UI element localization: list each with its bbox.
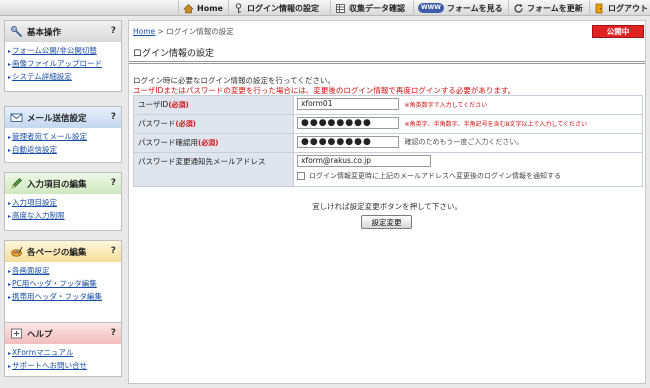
form-row-userid: ユーザID(必須) xform01 ※角英数字で入力してください <box>133 95 643 115</box>
nav-login-settings[interactable]: ログイン情報の設定 <box>228 0 319 16</box>
sidebar-basic-header: 基本操作 ? <box>5 21 121 42</box>
help-icon[interactable]: ? <box>111 246 116 256</box>
breadcrumb-current: ログイン情報の設定 <box>166 27 234 36</box>
sidebar-item-manual[interactable]: XFormマニュアル <box>8 347 121 360</box>
nav-data-check-label: 収集データ確認 <box>349 3 405 13</box>
userid-value-cell: xform01 ※角英数字で入力してください <box>293 95 643 115</box>
sidebar-item-advanced-validation[interactable]: 高度な入力制限 <box>8 210 121 223</box>
sidebar-item-system-settings[interactable]: システム詳細設定 <box>8 71 121 84</box>
main-content: Home > ログイン情報の設定 公開中 ログイン情報の設定 ログイン時に必要な… <box>128 20 646 384</box>
mail-icon <box>10 111 23 124</box>
form-row-password: パスワード(必須) ●●●●●●●● ※角英字、半角数字、半角記号を含む8文字以… <box>133 114 643 134</box>
sidebar-mail-header: メール送信設定 ? <box>5 107 121 128</box>
nav-data-check[interactable]: 収集データ確認 <box>330 0 405 16</box>
database-icon <box>335 3 346 14</box>
plus-box-icon <box>10 327 23 340</box>
www-icon: WWW <box>418 3 444 13</box>
nav-home-label: Home <box>197 3 223 13</box>
required-mark: (必須) <box>175 120 196 128</box>
sidebar-item-auto-reply[interactable]: 自動返信設定 <box>8 144 121 157</box>
notify-email-value-cell: xform@rakus.co.jp ログイン情報変更時に上記のメールアドレスへ変… <box>293 152 643 187</box>
refresh-icon <box>513 3 524 14</box>
nav-update-form-label: フォームを更新 <box>527 3 583 13</box>
notify-checkbox-row: ログイン情報変更時に上記のメールアドレスへ変更後のログイン情報を通知する <box>297 171 639 181</box>
nav-view-form-label: フォームを見る <box>446 3 503 13</box>
nav-logout-label: ログアウト <box>608 3 648 13</box>
sidebar-input-section: 入力項目の編集 ? 入力項目設定 高度な入力制限 <box>4 172 122 231</box>
title-divider <box>129 61 645 64</box>
key-icon <box>233 2 244 14</box>
sidebar-item-screen-settings[interactable]: 各画面設定 <box>8 265 121 278</box>
nav-update-form[interactable]: フォームを更新 <box>508 0 583 16</box>
pencil-icon <box>10 177 23 190</box>
logout-icon <box>594 3 605 14</box>
password-confirm-input[interactable]: ●●●●●●●● <box>297 136 399 148</box>
notify-email-label-cell: パスワード変更通知先メールアドレス <box>133 152 294 187</box>
status-badge: 公開中 <box>592 25 644 38</box>
notify-checkbox[interactable] <box>297 172 305 180</box>
form-row-notify-email: パスワード変更通知先メールアドレス xform@rakus.co.jp ログイン… <box>133 152 643 187</box>
nav-logout[interactable]: ログアウト <box>589 0 648 16</box>
userid-label-cell: ユーザID(必須) <box>133 95 294 115</box>
sidebar-pages-section: 各ページの編集 ? 各画面設定 PC用ヘッダ・フッタ編集 携帯用ヘッダ・フッタ編… <box>4 240 122 327</box>
userid-label: ユーザID <box>138 100 169 109</box>
form-row-password-confirm: パスワード確認用(必須) ●●●●●●●● 確認のためもう一度ご入力ください。 <box>133 133 643 153</box>
password-hint: ※角英字、半角数字、半角記号を含む8文字以上で入力してください <box>404 120 588 128</box>
top-navigation-bar: Home ログイン情報の設定 収集データ確認 WWW フォームを見る フォームを… <box>0 0 650 16</box>
page-title: ログイン情報の設定 <box>133 49 215 59</box>
sidebar-item-input-fields[interactable]: 入力項目設定 <box>8 197 121 210</box>
breadcrumb-home-link[interactable]: Home <box>133 27 155 36</box>
submit-button[interactable]: 設定変更 <box>361 215 412 229</box>
userid-hint: ※角英数字で入力してください <box>404 101 488 109</box>
nav-view-form[interactable]: WWW フォームを見る <box>413 0 503 16</box>
sidebar-help-section: ヘルプ ? XFormマニュアル サポートへお問い合せ <box>4 322 122 377</box>
help-icon[interactable]: ? <box>111 112 116 122</box>
breadcrumb-separator: > <box>155 27 167 36</box>
confirm-text: 宜しければ設定変更ボタンを押して下さい。 <box>312 202 462 211</box>
sidebar-basic-title: 基本操作 <box>27 27 62 38</box>
notify-checkbox-label: ログイン情報変更時に上記のメールアドレスへ変更後のログイン情報を通知する <box>309 172 561 180</box>
sidebar-mail-title: メール送信設定 <box>27 113 87 124</box>
password-confirm-value-cell: ●●●●●●●● 確認のためもう一度ご入力ください。 <box>293 133 643 153</box>
login-settings-form: ユーザID(必須) xform01 ※角英数字で入力してください パスワード(必… <box>133 95 643 187</box>
help-icon[interactable]: ? <box>111 178 116 188</box>
help-icon[interactable]: ? <box>111 328 116 338</box>
sidebar-item-support-contact[interactable]: サポートへお問い合せ <box>8 360 121 373</box>
sidebar-basic-section: 基本操作 ? フォーム公開/非公開切替 画像ファイルアップロード システム詳細設… <box>4 20 122 92</box>
sidebar-input-title: 入力項目の編集 <box>27 179 87 190</box>
userid-input[interactable]: xform01 <box>297 98 399 110</box>
password-confirm-label: パスワード確認用 <box>138 138 198 147</box>
password-input[interactable]: ●●●●●●●● <box>297 117 399 129</box>
sidebar-item-image-upload[interactable]: 画像ファイルアップロード <box>8 58 121 71</box>
password-label-cell: パスワード(必須) <box>133 114 294 134</box>
sidebar-item-publish-toggle[interactable]: フォーム公開/非公開切替 <box>8 45 121 58</box>
sidebar-help-header: ヘルプ ? <box>5 323 121 344</box>
required-mark: (必須) <box>168 101 189 109</box>
notify-email-label: パスワード変更通知先メールアドレス <box>138 157 266 166</box>
sidebar-item-pc-header-footer[interactable]: PC用ヘッダ・フッタ編集 <box>8 278 121 291</box>
nav-home[interactable]: Home <box>178 0 223 16</box>
help-icon[interactable]: ? <box>111 26 116 36</box>
sidebar-help-title: ヘルプ <box>27 329 53 340</box>
password-value-cell: ●●●●●●●● ※角英字、半角数字、半角記号を含む8文字以上で入力してください <box>293 114 643 134</box>
sidebar-mail-section: メール送信設定 ? 管理者宛てメール設定 自動返信設定 <box>4 106 122 163</box>
password-label: パスワード <box>138 119 176 128</box>
wrench-icon <box>10 25 23 38</box>
home-icon <box>183 3 194 14</box>
sidebar-input-header: 入力項目の編集 ? <box>5 173 121 194</box>
password-confirm-hint: 確認のためもう一度ご入力ください。 <box>404 138 524 146</box>
sidebar-item-admin-mail[interactable]: 管理者宛てメール設定 <box>8 131 121 144</box>
sidebar-pages-header: 各ページの編集 ? <box>5 241 121 262</box>
notify-email-input[interactable]: xform@rakus.co.jp <box>297 155 431 167</box>
nav-login-settings-label: ログイン情報の設定 <box>247 3 319 13</box>
password-confirm-label-cell: パスワード確認用(必須) <box>133 133 294 153</box>
required-mark: (必須) <box>198 139 219 147</box>
brush-icon <box>10 245 23 258</box>
sidebar-item-mobile-header-footer[interactable]: 携帯用ヘッダ・フッタ編集 <box>8 291 121 304</box>
breadcrumb: Home > ログイン情報の設定 <box>133 26 234 37</box>
sidebar-pages-title: 各ページの編集 <box>27 247 87 258</box>
